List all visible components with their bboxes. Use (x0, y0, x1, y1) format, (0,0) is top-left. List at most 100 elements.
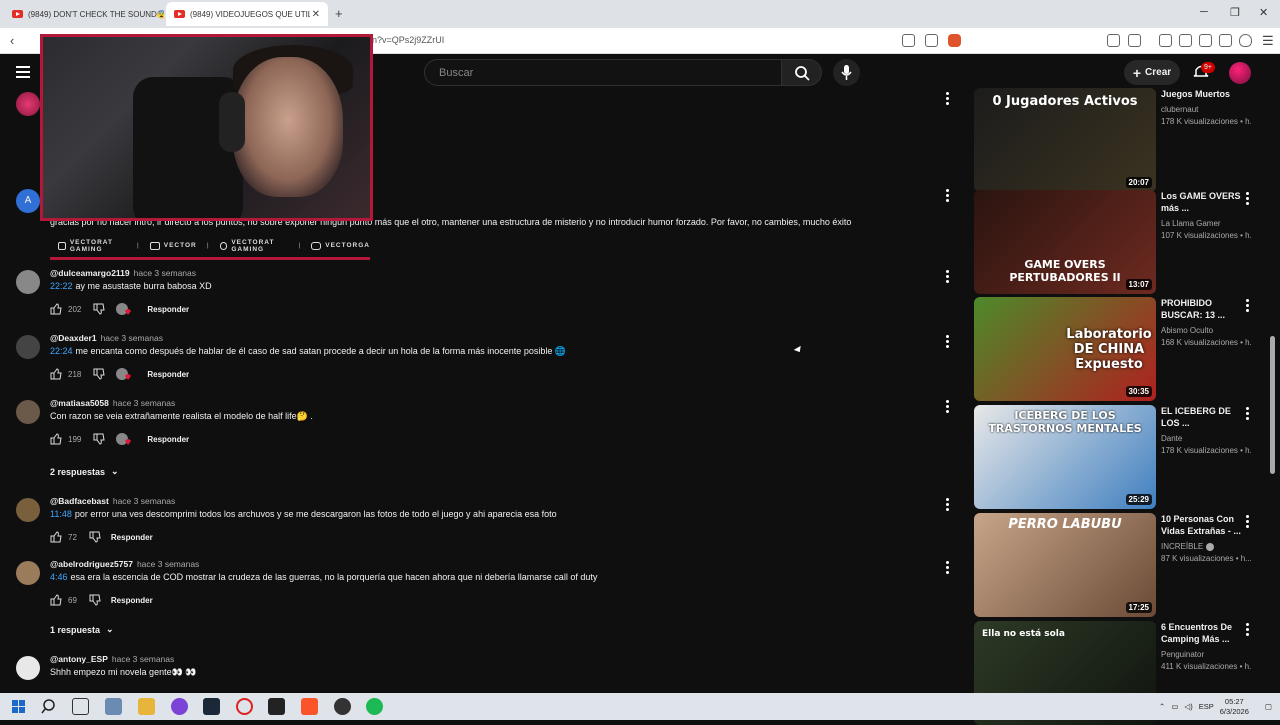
file-explorer-icon[interactable] (138, 698, 155, 715)
windows-start-icon[interactable] (10, 698, 27, 715)
video-title[interactable]: 6 Encuentros De Camping Más ... (1161, 621, 1243, 645)
menu-icon[interactable]: ☰ (1262, 33, 1274, 49)
maximize-button[interactable]: ❐ (1230, 6, 1240, 19)
chevron-up-icon[interactable]: ⌃ (1159, 702, 1165, 711)
search-icon[interactable] (40, 698, 57, 715)
cast-icon[interactable] (902, 34, 915, 47)
dislike-icon[interactable] (89, 594, 101, 606)
reply-button[interactable]: Responder (111, 533, 153, 542)
video-title[interactable]: Juegos Muertos (1161, 88, 1243, 100)
app-icon[interactable] (105, 698, 122, 715)
video-more-icon[interactable] (1246, 407, 1250, 422)
timestamp-link[interactable]: 22:22 (50, 281, 73, 291)
recommended-video[interactable]: PERRO LABUBU 17:25 10 Personas Con Vidas E… (974, 513, 1264, 617)
language-indicator[interactable]: ESP (1199, 702, 1214, 711)
clock[interactable]: 05:27 6/3/2026 (1220, 697, 1249, 717)
reply-button[interactable]: Responder (147, 305, 189, 314)
sidebar-icon[interactable] (1179, 34, 1192, 47)
timestamp-link[interactable]: 4:46 (50, 572, 68, 582)
comment-more-icon[interactable] (946, 335, 950, 350)
reply-button[interactable]: Responder (111, 596, 153, 605)
reply-button[interactable]: Responder (147, 435, 189, 444)
video-thumbnail[interactable]: ICEBERG DE LOS TRASTORNOS MENTALES 25:29 (974, 405, 1156, 509)
recommended-video[interactable]: GAME OVERS PERTUBADORES II 13:07 Los GAME … (974, 190, 1264, 294)
comment-more-icon[interactable] (946, 92, 950, 107)
video-more-icon[interactable] (1246, 299, 1250, 314)
app-icon[interactable] (268, 698, 285, 715)
comment-more-icon[interactable] (946, 561, 950, 576)
avatar[interactable] (16, 92, 40, 116)
user-avatar[interactable] (1229, 62, 1251, 84)
task-view-icon[interactable] (72, 698, 89, 715)
avatar[interactable] (16, 400, 40, 424)
voice-search-button[interactable] (833, 59, 860, 86)
comment-author[interactable]: @Deaxder1 (50, 333, 97, 343)
brave-icon[interactable] (301, 698, 318, 715)
like-icon[interactable] (50, 433, 62, 445)
video-title[interactable]: EL ICEBERG DE LOS ... (1161, 405, 1243, 429)
minimize-button[interactable]: ─ (1200, 6, 1208, 18)
extensions-icon[interactable] (1107, 34, 1120, 47)
comment-author[interactable]: @antony_ESP (50, 654, 108, 664)
avatar[interactable] (16, 656, 40, 680)
leo-icon[interactable] (1219, 34, 1232, 47)
create-button[interactable]: + Crear (1124, 60, 1180, 85)
reply-button[interactable]: Responder (147, 370, 189, 379)
vpn-icon[interactable] (1239, 34, 1252, 47)
browser-tab-active[interactable]: (9849) VIDEOJUEGOS QUE UTILI ✕ (166, 2, 328, 26)
avatar[interactable] (16, 270, 40, 294)
comment-more-icon[interactable] (946, 189, 950, 204)
like-icon[interactable] (50, 531, 62, 543)
scrollbar[interactable] (1270, 336, 1275, 474)
url-text[interactable]: n?v=QPs2j9ZZrUI (372, 35, 444, 45)
channel-name[interactable]: Abismo Oculto (1161, 326, 1213, 335)
volume-icon[interactable]: ◁) (1184, 702, 1192, 711)
dislike-icon[interactable] (93, 433, 105, 445)
like-icon[interactable] (50, 368, 62, 380)
close-window-button[interactable]: ✕ (1259, 6, 1268, 19)
recommended-video[interactable]: ICEBERG DE LOS TRASTORNOS MENTALES 25:29 E… (974, 405, 1264, 509)
video-thumbnail[interactable]: 0 Jugadores Activos 20:07 (974, 88, 1156, 192)
video-thumbnail[interactable]: Laboratorio DE CHINA Expuesto 30:35 (974, 297, 1156, 401)
avatar[interactable] (16, 561, 40, 585)
channel-name[interactable]: Dante (1161, 434, 1182, 443)
back-icon[interactable]: ‹ (10, 33, 14, 48)
timestamp-link[interactable]: 11:48 (50, 509, 72, 519)
video-more-icon[interactable] (1246, 192, 1250, 207)
dislike-icon[interactable] (93, 368, 105, 380)
new-tab-button[interactable]: + (335, 6, 343, 21)
show-replies-button[interactable]: 2 respuestas ⌄ (50, 466, 119, 477)
obs-icon[interactable] (334, 698, 351, 715)
video-thumbnail[interactable]: PERRO LABUBU 17:25 (974, 513, 1156, 617)
spotify-icon[interactable] (366, 698, 383, 715)
channel-name[interactable]: INCREÍBLE (1161, 542, 1215, 551)
avatar[interactable] (16, 498, 40, 522)
notifications-icon[interactable]: ▢ (1265, 702, 1272, 711)
close-tab-icon[interactable]: ✕ (312, 9, 320, 20)
channel-name[interactable]: Penguinator (1161, 650, 1204, 659)
comment-author[interactable]: @dulceamargo2119 (50, 268, 130, 278)
video-title[interactable]: PROHIBIDO BUSCAR: 13 ... (1161, 297, 1243, 321)
tabs-icon[interactable] (1199, 34, 1212, 47)
opera-icon[interactable] (236, 698, 253, 715)
wallet-icon[interactable] (1128, 34, 1141, 47)
avatar[interactable] (16, 335, 40, 359)
comment-author[interactable]: @matiasa5058 (50, 398, 109, 408)
search-input[interactable]: Buscar (424, 59, 782, 86)
video-thumbnail[interactable]: GAME OVERS PERTUBADORES II 13:07 (974, 190, 1156, 294)
avatar[interactable]: A (16, 189, 40, 213)
video-title[interactable]: Los GAME OVERS más ... (1161, 190, 1243, 214)
browser-tab[interactable]: (9849) DON'T CHECK THE SOUND😨 (4, 2, 164, 26)
recommended-video[interactable]: Laboratorio DE CHINA Expuesto 30:35 PROHIB… (974, 297, 1264, 401)
comment-more-icon[interactable] (946, 400, 950, 415)
channel-name[interactable]: La Llama Gamer (1161, 219, 1221, 228)
comment-author[interactable]: @abelrodriguez5757 (50, 559, 133, 569)
brave-shield-icon[interactable] (948, 34, 961, 47)
comment-more-icon[interactable] (946, 498, 950, 513)
timestamp-link[interactable]: 22:24 (50, 346, 73, 356)
hamburger-menu-icon[interactable] (16, 66, 30, 81)
music-icon[interactable] (1159, 34, 1172, 47)
comment-author[interactable]: @Badfacebast (50, 496, 109, 506)
network-icon[interactable]: ▭ (1171, 702, 1178, 711)
recommended-video[interactable]: 0 Jugadores Activos 20:07 Juegos Muertos cl… (974, 88, 1264, 192)
